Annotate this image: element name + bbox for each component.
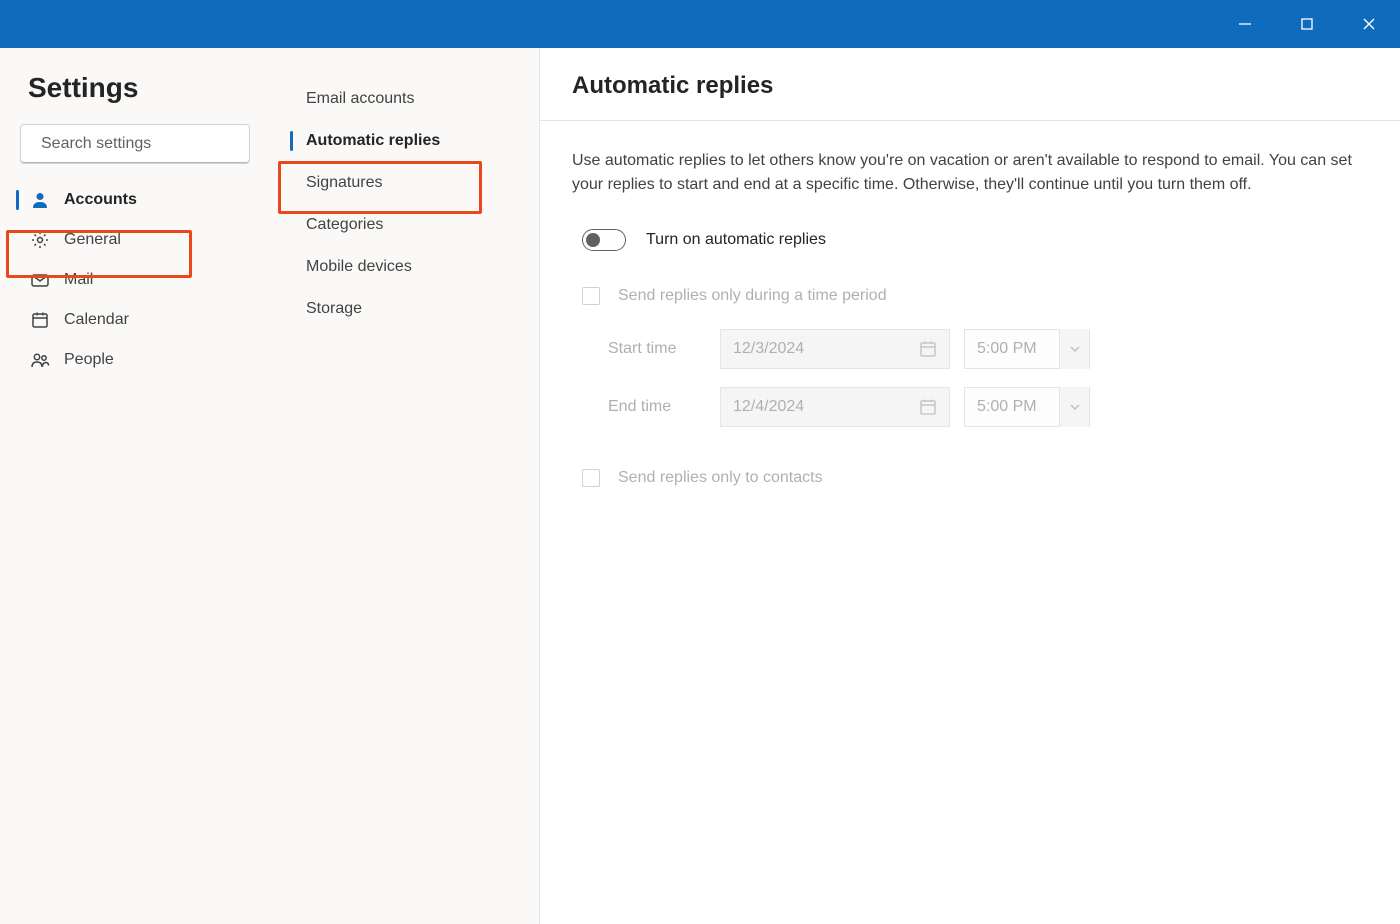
end-date-value: 12/4/2024 xyxy=(733,398,804,416)
subnav-item-mobile-devices[interactable]: Mobile devices xyxy=(278,246,531,288)
calendar-icon xyxy=(919,340,937,358)
maximize-icon xyxy=(1300,17,1314,31)
start-date-value: 12/3/2024 xyxy=(733,340,804,358)
nav-item-label: Accounts xyxy=(64,191,137,209)
end-time-input[interactable]: 5:00 PM xyxy=(964,387,1090,427)
minimize-icon xyxy=(1238,17,1252,31)
main-layout: Settings Accounts General xyxy=(0,48,1400,924)
calendar-icon xyxy=(919,398,937,416)
nav-item-label: Mail xyxy=(64,271,93,289)
close-button[interactable] xyxy=(1338,0,1400,48)
content-body: Use automatic replies to let others know… xyxy=(540,121,1400,539)
accounts-subnav: Email accounts Automatic replies Signatu… xyxy=(270,48,540,924)
end-date-input[interactable]: 12/4/2024 xyxy=(720,387,950,427)
mail-icon xyxy=(30,270,50,290)
gear-icon xyxy=(30,230,50,250)
content-panel: Automatic replies Use automatic replies … xyxy=(540,48,1400,924)
start-time-row: Start time 12/3/2024 5:00 PM xyxy=(572,329,1352,369)
person-icon xyxy=(30,190,50,210)
start-time-input[interactable]: 5:00 PM xyxy=(964,329,1090,369)
subnav-item-automatic-replies[interactable]: Automatic replies xyxy=(278,120,531,162)
window-controls xyxy=(1214,0,1400,48)
start-date-input[interactable]: 12/3/2024 xyxy=(720,329,950,369)
subnav-label: Email accounts xyxy=(306,90,415,108)
end-time-label: End time xyxy=(608,398,720,416)
subnav-label: Signatures xyxy=(306,174,383,192)
toggle-row: Turn on automatic replies xyxy=(572,229,1352,251)
nav-item-label: Calendar xyxy=(64,311,129,329)
settings-sidebar: Settings Accounts General xyxy=(0,48,270,924)
window-titlebar xyxy=(0,0,1400,48)
search-settings-box[interactable] xyxy=(20,124,250,164)
calendar-icon xyxy=(30,310,50,330)
end-time-row: End time 12/4/2024 5:00 PM xyxy=(572,387,1352,427)
maximize-button[interactable] xyxy=(1276,0,1338,48)
nav-item-mail[interactable]: Mail xyxy=(16,260,254,300)
minimize-button[interactable] xyxy=(1214,0,1276,48)
subnav-label: Storage xyxy=(306,300,362,318)
people-icon xyxy=(30,350,50,370)
toggle-knob xyxy=(586,233,600,247)
start-time-label: Start time xyxy=(608,340,720,358)
contacts-only-checkbox[interactable] xyxy=(582,469,600,487)
nav-item-people[interactable]: People xyxy=(16,340,254,380)
end-time-value: 5:00 PM xyxy=(977,398,1059,416)
subnav-label: Categories xyxy=(306,216,383,234)
toggle-label: Turn on automatic replies xyxy=(646,231,826,249)
start-time-value: 5:00 PM xyxy=(977,340,1059,358)
subnav-item-signatures[interactable]: Signatures xyxy=(278,162,531,204)
nav-item-label: People xyxy=(64,351,114,369)
subnav-item-storage[interactable]: Storage xyxy=(278,288,531,330)
nav-item-calendar[interactable]: Calendar xyxy=(16,300,254,340)
contacts-only-row: Send replies only to contacts xyxy=(572,469,1352,487)
nav-item-accounts[interactable]: Accounts xyxy=(16,180,254,220)
time-period-label: Send replies only during a time period xyxy=(618,287,887,305)
settings-nav-list: Accounts General Mail Calendar xyxy=(16,180,254,380)
subnav-item-email-accounts[interactable]: Email accounts xyxy=(278,78,531,120)
settings-title: Settings xyxy=(28,72,254,104)
chevron-down-icon xyxy=(1059,329,1089,369)
subnav-label: Mobile devices xyxy=(306,258,412,276)
contacts-only-label: Send replies only to contacts xyxy=(618,469,823,487)
time-period-checkbox[interactable] xyxy=(582,287,600,305)
nav-item-general[interactable]: General xyxy=(16,220,254,260)
close-icon xyxy=(1362,17,1376,31)
time-period-row: Send replies only during a time period xyxy=(572,287,1352,305)
description-text: Use automatic replies to let others know… xyxy=(572,149,1352,197)
automatic-replies-toggle[interactable] xyxy=(582,229,626,251)
search-input[interactable] xyxy=(41,135,248,153)
subnav-label: Automatic replies xyxy=(306,132,440,150)
nav-item-label: General xyxy=(64,231,121,249)
content-header: Automatic replies xyxy=(540,48,1400,121)
subnav-list: Email accounts Automatic replies Signatu… xyxy=(278,78,531,330)
subnav-item-categories[interactable]: Categories xyxy=(278,204,531,246)
page-title: Automatic replies xyxy=(572,72,1368,100)
chevron-down-icon xyxy=(1059,387,1089,427)
